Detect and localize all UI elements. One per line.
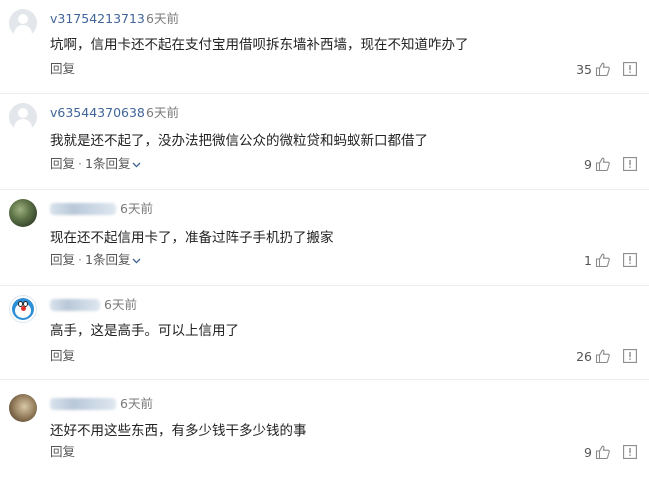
comment-time: 6天前 — [146, 11, 179, 26]
like-area: 9 — [584, 156, 637, 172]
reply-button[interactable]: 回复 — [50, 252, 75, 267]
like-area: 26 — [576, 348, 637, 364]
report-icon[interactable] — [623, 157, 637, 171]
comment-actions: 回复 — [50, 61, 75, 77]
comment-item: v31754213713 6天前 坑啊，信用卡还不起在支付宝用借呗拆东墙补西墙，… — [0, 0, 649, 94]
comment-username[interactable] — [50, 203, 116, 215]
comment-list: v31754213713 6天前 坑啊，信用卡还不起在支付宝用借呗拆东墙补西墙，… — [0, 0, 649, 485]
comment-username[interactable] — [50, 398, 116, 410]
thumbs-up-icon[interactable] — [595, 348, 611, 364]
comment-item: v63544370638 6天前 我就是还不起了，没办法把微信公众的微粒贷和蚂蚁… — [0, 94, 649, 190]
comment-username[interactable]: v63544370638 — [50, 105, 145, 121]
default-avatar-icon[interactable] — [9, 103, 37, 131]
like-area: 9 — [584, 444, 637, 460]
chevron-down-icon — [132, 258, 141, 264]
comment-time: 6天前 — [104, 297, 137, 312]
comment-text: 现在还不起信用卡了，准备过阵子手机扔了搬家 — [50, 230, 334, 246]
thumbs-up-icon[interactable] — [595, 252, 611, 268]
thumbs-up-icon[interactable] — [595, 61, 611, 77]
comment-text: 坑啊，信用卡还不起在支付宝用借呗拆东墙补西墙，现在不知道咋办了 — [50, 37, 469, 53]
comment-text: 我就是还不起了，没办法把微信公众的微粒贷和蚂蚁新口都借了 — [50, 133, 428, 149]
comment-item: 6天前 现在还不起信用卡了，准备过阵子手机扔了搬家 回复 · 1条回复 1 — [0, 190, 649, 286]
reply-button[interactable]: 回复 — [50, 61, 75, 76]
comment-text: 还好不用这些东西，有多少钱干多少钱的事 — [50, 423, 307, 439]
like-area: 1 — [584, 252, 637, 268]
report-icon[interactable] — [623, 445, 637, 459]
photo-avatar-icon[interactable] — [9, 199, 37, 227]
like-count: 9 — [584, 444, 592, 460]
like-count: 9 — [584, 156, 592, 172]
thumbs-up-icon[interactable] — [595, 444, 611, 460]
like-count: 35 — [576, 61, 592, 77]
like-area: 35 — [576, 61, 637, 77]
comment-item: 6天前 高手，这是高手。可以上信用了 回复 26 — [0, 286, 649, 380]
reply-button[interactable]: 回复 — [50, 348, 75, 363]
reply-button[interactable]: 回复 — [50, 156, 75, 171]
comment-time: 6天前 — [120, 396, 153, 411]
comment-actions: 回复 · 1条回复 — [50, 252, 141, 268]
comment-item: 6天前 还好不用这些东西，有多少钱干多少钱的事 回复 9 — [0, 380, 649, 485]
like-count: 26 — [576, 348, 592, 364]
chevron-down-icon — [132, 162, 141, 168]
doraemon-avatar-icon[interactable] — [9, 295, 37, 323]
comment-username[interactable] — [50, 299, 100, 311]
comment-text: 高手，这是高手。可以上信用了 — [50, 323, 239, 339]
comment-time: 6天前 — [120, 201, 153, 216]
reply-button[interactable]: 回复 — [50, 444, 75, 459]
comment-actions: 回复 — [50, 444, 75, 460]
thumbs-up-icon[interactable] — [595, 156, 611, 172]
like-count: 1 — [584, 252, 592, 268]
comment-actions: 回复 · 1条回复 — [50, 156, 141, 172]
default-avatar-icon[interactable] — [9, 9, 37, 37]
separator-dot: · — [78, 156, 82, 171]
separator-dot: · — [78, 252, 82, 267]
comment-username[interactable]: v31754213713 — [50, 11, 145, 27]
comment-actions: 回复 — [50, 348, 75, 364]
view-replies-button[interactable]: 1条回复 — [85, 156, 141, 171]
report-icon[interactable] — [623, 253, 637, 267]
view-replies-button[interactable]: 1条回复 — [85, 252, 141, 267]
comment-time: 6天前 — [146, 105, 179, 120]
photo-avatar-icon[interactable] — [9, 394, 37, 422]
report-icon[interactable] — [623, 62, 637, 76]
report-icon[interactable] — [623, 349, 637, 363]
